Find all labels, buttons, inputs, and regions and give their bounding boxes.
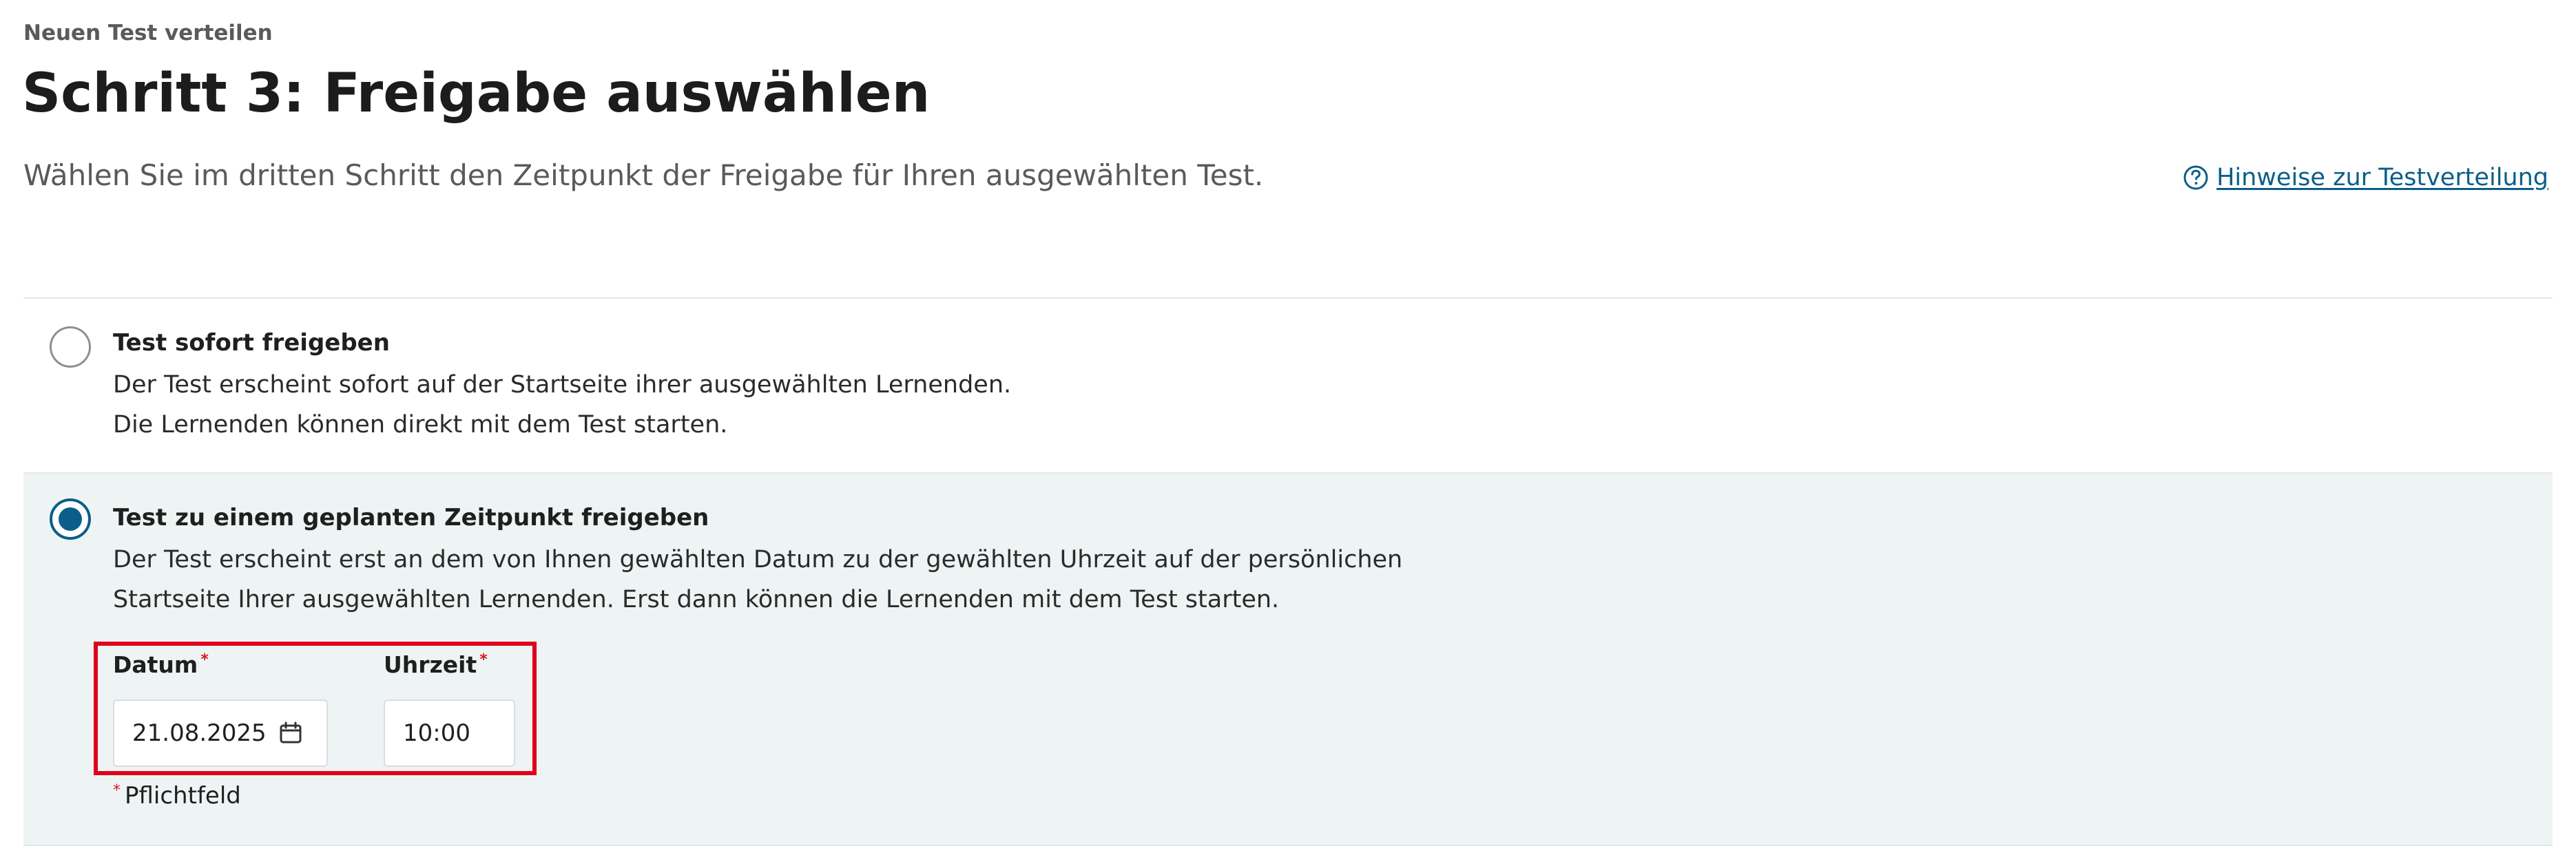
time-input-value[interactable]: 10:00	[403, 719, 470, 747]
time-label-text: Uhrzeit	[384, 651, 477, 678]
release-option-scheduled[interactable]: Test zu einem geplanten Zeitpunkt freige…	[23, 474, 2553, 845]
release-option-immediate[interactable]: Test sofort freigeben Der Test erscheint…	[23, 299, 2553, 472]
time-input[interactable]: 10:00	[384, 699, 515, 767]
date-label-text: Datum	[113, 651, 198, 678]
help-circle-icon	[2182, 164, 2210, 191]
immediate-release-description: Der Test erscheint sofort auf der Starts…	[113, 366, 1456, 445]
immediate-release-title: Test sofort freigeben	[113, 329, 390, 357]
immediate-release-description-line-2: Die Lernenden können direkt mit dem Test…	[113, 411, 728, 439]
required-field-note: * Pflichtfeld	[113, 782, 241, 810]
immediate-release-content: Test sofort freigeben Der Test erscheint…	[113, 329, 2539, 445]
immediate-release-radio[interactable]	[50, 326, 91, 368]
required-note-mark: *	[113, 782, 121, 799]
required-note-text: Pflichtfeld	[125, 782, 241, 810]
page-title: Schritt 3: Freigabe auswählen	[22, 63, 931, 125]
page-overline: Neuen Test verteilen	[23, 21, 273, 45]
date-input-value[interactable]: 21.08.2025	[132, 719, 267, 747]
date-input[interactable]: 21.08.2025	[113, 699, 328, 767]
date-required-mark: *	[200, 651, 209, 668]
bottom-divider	[23, 845, 2553, 846]
page-subtitle: Wählen Sie im dritten Schritt den Zeitpu…	[23, 158, 1264, 192]
scheduled-release-description: Der Test erscheint erst an dem von Ihnen…	[113, 540, 1456, 620]
distribution-hints-link-label[interactable]: Hinweise zur Testverteilung	[2216, 164, 2548, 191]
scheduled-release-description-line-1: Der Test erscheint erst an dem von Ihnen…	[113, 546, 1403, 574]
scheduled-release-content: Test zu einem geplanten Zeitpunkt freige…	[113, 504, 2539, 620]
time-label: Uhrzeit *	[384, 651, 488, 679]
distribution-hints-link[interactable]: Hinweise zur Testverteilung	[2182, 164, 2548, 191]
time-field: Uhrzeit * 10:00	[384, 651, 515, 767]
scheduled-release-description-line-2: Startseite Ihrer ausgewählten Lernenden.…	[113, 586, 1280, 614]
date-field: Datum * 21.08.2025	[113, 651, 328, 767]
scheduled-release-radio[interactable]	[50, 498, 91, 540]
immediate-release-description-line-1: Der Test erscheint sofort auf der Starts…	[113, 371, 1012, 399]
scheduled-release-title: Test zu einem geplanten Zeitpunkt freige…	[113, 504, 709, 531]
time-required-mark: *	[479, 651, 488, 668]
date-label: Datum *	[113, 651, 209, 679]
calendar-icon[interactable]	[278, 720, 304, 746]
test-distribution-page: Neuen Test verteilen Schritt 3: Freigabe…	[0, 0, 2576, 864]
